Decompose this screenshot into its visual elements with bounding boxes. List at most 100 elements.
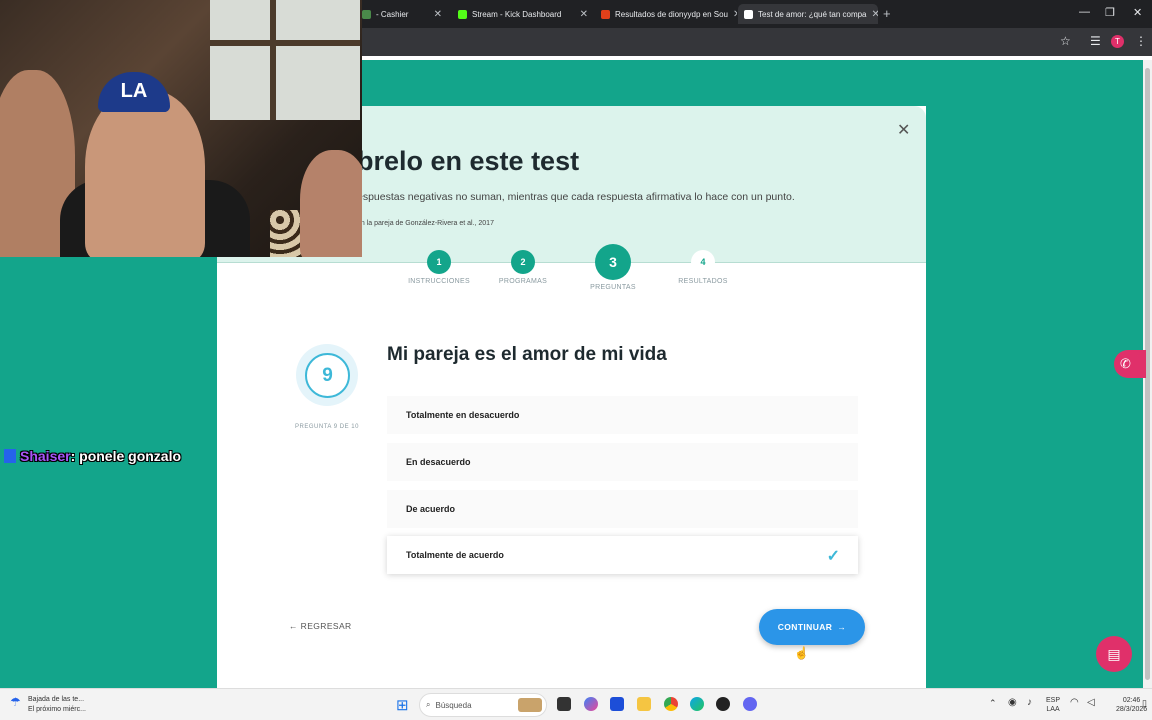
chat-badge-icon bbox=[4, 449, 16, 463]
step-label: PROGRAMAS bbox=[498, 278, 548, 285]
search-icon: ⌕ bbox=[426, 700, 431, 709]
lang-line-1: ESP bbox=[1046, 697, 1061, 704]
answer-label: Totalmente en desacuerdo bbox=[406, 410, 520, 420]
chrome-icon[interactable] bbox=[664, 697, 678, 711]
modal-subtitle: espuestas negativas no suman, mientras q… bbox=[357, 191, 795, 203]
tab-close-icon[interactable]: ✕ bbox=[733, 9, 737, 20]
reading-list-icon[interactable]: ☰ bbox=[1090, 34, 1101, 48]
streamer-right bbox=[300, 150, 362, 257]
weather-line-2: El próximo miérc... bbox=[28, 706, 86, 713]
search-highlight-icon bbox=[518, 698, 542, 712]
edge-icon[interactable] bbox=[690, 697, 704, 711]
answer-option[interactable]: De acuerdo bbox=[387, 490, 858, 528]
browser-menu-icon[interactable]: ⋮ bbox=[1135, 34, 1147, 48]
volume-icon[interactable]: ◁ bbox=[1087, 698, 1095, 708]
checkmark-icon: ✓ bbox=[826, 548, 840, 565]
step-label: INSTRUCCIONES bbox=[408, 278, 470, 285]
step-instrucciones[interactable]: 1 INSTRUCCIONES bbox=[404, 250, 474, 285]
tab-kick-dashboard[interactable]: Stream - Kick Dashboard ✕ bbox=[452, 4, 594, 24]
step-programas[interactable]: 2 PROGRAMAS bbox=[488, 250, 558, 285]
tab-title: - Cashier bbox=[376, 9, 409, 19]
tab-close-icon[interactable]: ✕ bbox=[872, 9, 879, 20]
step-circle: 2 bbox=[511, 250, 535, 274]
tray-chevron-icon[interactable]: ⌃ bbox=[989, 699, 997, 708]
dodgers-cap: LA bbox=[98, 72, 170, 112]
answer-option[interactable]: Totalmente en desacuerdo bbox=[387, 396, 858, 434]
tab-close-icon[interactable]: ✕ bbox=[434, 9, 442, 20]
lang-line-2: LAA bbox=[1046, 706, 1060, 713]
tab-title: Stream - Kick Dashboard bbox=[472, 9, 562, 19]
whatsapp-button[interactable]: ✆ bbox=[1114, 350, 1146, 378]
answer-label: De acuerdo bbox=[406, 504, 456, 514]
tab-cashier[interactable]: - Cashier ✕ bbox=[356, 4, 448, 24]
arrow-right-icon: → bbox=[837, 622, 847, 632]
check-favicon-icon bbox=[744, 9, 753, 19]
windows-start-icon[interactable]: ⊞ bbox=[396, 696, 409, 714]
arrow-left-icon: ← bbox=[289, 621, 298, 631]
discord-icon[interactable] bbox=[743, 697, 757, 711]
page-top-line bbox=[362, 56, 1152, 60]
streamer-center bbox=[85, 90, 205, 257]
weather-line-1: Bajada de las te... bbox=[28, 696, 85, 703]
rain-icon: ☂ bbox=[10, 695, 21, 709]
continue-button[interactable]: CONTINUAR → bbox=[759, 609, 865, 645]
taskbar-search[interactable]: ⌕ Búsqueda bbox=[419, 693, 547, 717]
chat-username: Shaiser bbox=[20, 448, 71, 464]
weather-widget[interactable]: ☂ Bajada de las te... El próximo miérc..… bbox=[10, 695, 86, 715]
step-preguntas[interactable]: 3 PREGUNTAS bbox=[578, 244, 648, 291]
question-progress-caption: PREGUNTA 9 DE 10 bbox=[295, 424, 359, 430]
tab-close-icon[interactable]: ✕ bbox=[580, 9, 588, 20]
hand-cursor-icon: ☝ bbox=[794, 646, 809, 660]
question-text: Mi pareja es el amor de mi vida bbox=[387, 344, 667, 365]
profile-avatar[interactable]: T bbox=[1111, 35, 1124, 48]
windows-taskbar: ☂ Bajada de las te... El próximo miérc..… bbox=[0, 688, 1152, 720]
webcam-overlay: LA bbox=[0, 0, 362, 257]
answer-label: Totalmente de acuerdo bbox=[406, 550, 504, 560]
kick-icon bbox=[458, 9, 467, 19]
tab-favicon bbox=[362, 9, 371, 19]
tray-mic-icon[interactable]: ♪ bbox=[1027, 698, 1032, 708]
whatsapp-icon: ✆ bbox=[1120, 356, 1131, 371]
language-indicator[interactable]: ESP LAA bbox=[1046, 696, 1060, 714]
chat-button[interactable]: ▤ bbox=[1096, 636, 1132, 672]
step-circle: 4 bbox=[691, 250, 715, 274]
step-circle: 3 bbox=[595, 244, 631, 280]
step-resultados[interactable]: 4 RESULTADOS bbox=[668, 250, 738, 285]
steam-icon[interactable] bbox=[716, 697, 730, 711]
chat-bubble-icon: ▤ bbox=[1107, 645, 1121, 662]
bookmark-star-icon[interactable]: ☆ bbox=[1060, 34, 1071, 48]
tab-title: Resultados de dionyydp en Sou bbox=[615, 9, 728, 19]
tray-app-icon[interactable]: ◉ bbox=[1008, 698, 1017, 708]
step-label: PREGUNTAS bbox=[590, 284, 636, 291]
webcam-window bbox=[210, 0, 360, 120]
step-circle: 1 bbox=[427, 250, 451, 274]
store-icon[interactable] bbox=[610, 697, 624, 711]
restore-icon[interactable]: ❐ bbox=[1105, 6, 1115, 19]
continue-label: CONTINUAR bbox=[777, 622, 833, 632]
chat-text: : ponele gonzalo bbox=[70, 448, 182, 464]
new-tab-button[interactable]: + bbox=[883, 6, 891, 21]
step-label: RESULTADOS bbox=[678, 278, 728, 285]
wifi-icon[interactable]: ◠ bbox=[1070, 698, 1079, 708]
minimize-icon[interactable]: — bbox=[1079, 6, 1090, 18]
close-window-icon[interactable]: ✕ bbox=[1133, 6, 1142, 19]
soundcloud-icon bbox=[601, 9, 610, 19]
modal-citation: on la pareja de González-Rivera et al., … bbox=[357, 220, 494, 227]
tab-love-test[interactable]: Test de amor: ¿qué tan compa ✕ bbox=[738, 4, 878, 24]
file-explorer-icon[interactable] bbox=[637, 697, 651, 711]
modal-title: brelo en este test bbox=[357, 146, 580, 176]
back-button[interactable]: ← REGRESAR bbox=[289, 621, 352, 631]
search-placeholder: Búsqueda bbox=[435, 700, 472, 710]
close-icon[interactable]: ✕ bbox=[897, 120, 910, 140]
terminal-icon[interactable] bbox=[557, 697, 571, 711]
question-number: 9 bbox=[305, 353, 350, 398]
notification-icon[interactable]: ▯ bbox=[1142, 699, 1147, 708]
answer-option-selected[interactable]: Totalmente de acuerdo ✓ bbox=[387, 536, 858, 574]
stream-chat-message: Shaiser: ponele gonzalo bbox=[4, 448, 181, 464]
answer-label: En desacuerdo bbox=[406, 457, 471, 467]
answer-option[interactable]: En desacuerdo bbox=[387, 443, 858, 481]
back-label: REGRESAR bbox=[300, 621, 352, 631]
tab-title: Test de amor: ¿qué tan compa bbox=[758, 9, 867, 19]
copilot-icon[interactable] bbox=[584, 697, 598, 711]
tab-soundcloud-results[interactable]: Resultados de dionyydp en Sou ✕ bbox=[595, 4, 737, 24]
